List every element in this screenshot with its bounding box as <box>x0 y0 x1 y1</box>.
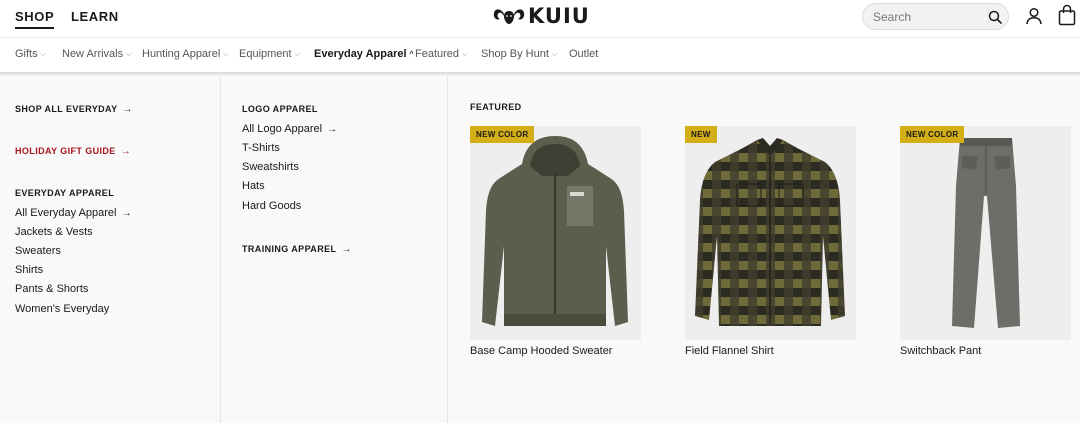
pants-shorts-link[interactable]: Pants & Shorts <box>15 283 88 295</box>
shirts-link[interactable]: Shirts <box>15 264 43 276</box>
product-title-base-camp-hooded-sweater[interactable]: Base Camp Hooded Sweater <box>470 345 612 357</box>
nav-item-everyday-apparel[interactable]: Everyday Apparel ^ <box>314 48 414 60</box>
hooded-sweater-illustration <box>482 136 628 326</box>
nav-label: New Arrivals <box>62 48 124 60</box>
logo-wordmark: KUIU <box>528 4 590 28</box>
new-color-badge: NEW COLOR <box>470 126 535 143</box>
chevron-down-icon: ⌵ <box>40 51 46 58</box>
featured-heading: FEATURED <box>470 102 522 112</box>
chevron-down-icon: ⌵ <box>551 51 558 58</box>
all-everyday-apparel-link[interactable]: All Everyday Apparel → <box>15 207 132 219</box>
kuiu-logo[interactable]: KUIU <box>493 5 590 27</box>
search-icon[interactable] <box>987 9 1003 25</box>
flannel-shirt-illustration <box>695 138 845 326</box>
product-image-switchback-pant[interactable]: NEW COLOR <box>900 126 1071 340</box>
product-title-switchback-pant[interactable]: Switchback Pant <box>900 345 981 357</box>
holiday-label: HOLIDAY GIFT GUIDE <box>15 146 116 156</box>
hats-link[interactable]: Hats <box>242 180 265 192</box>
product-image-base-camp-hooded-sweater[interactable]: NEW COLOR <box>470 126 641 340</box>
chevron-down-icon: ⌵ <box>462 51 468 58</box>
cart-bag-icon[interactable] <box>1057 4 1077 26</box>
training-label: TRAINING APPAREL <box>242 244 337 254</box>
training-apparel-link[interactable]: TRAINING APPAREL → <box>242 244 352 255</box>
logo-apparel-heading: LOGO APPAREL <box>242 104 318 114</box>
sweatshirts-link[interactable]: Sweatshirts <box>242 161 299 173</box>
pant-illustration <box>952 138 1020 328</box>
link-label: All Logo Apparel <box>242 123 323 135</box>
tab-shop[interactable]: SHOP <box>15 9 55 29</box>
chevron-down-icon: ⌵ <box>294 51 300 58</box>
product-title-field-flannel-shirt[interactable]: Field Flannel Shirt <box>685 345 774 357</box>
nav-label: Hunting Apparel <box>142 48 221 60</box>
category-nav: Gifts ⌵ New Arrivals ⌵ Hunting Apparel ⌵ Eq… <box>0 38 1080 74</box>
top-bar: SHOP LEARN KUIU <box>0 0 1080 38</box>
arrow-right-icon: → <box>341 244 352 255</box>
holiday-gift-guide-link[interactable]: HOLIDAY GIFT GUIDE → <box>15 146 131 157</box>
nav-label: Shop By Hunt <box>481 48 549 60</box>
arrow-right-icon: → <box>327 124 338 135</box>
new-color-badge: NEW COLOR <box>900 126 965 143</box>
jackets-vests-link[interactable]: Jackets & Vests <box>15 226 93 238</box>
hard-goods-link[interactable]: Hard Goods <box>242 200 301 212</box>
link-label: All Everyday Apparel <box>15 207 117 219</box>
all-logo-apparel-link[interactable]: All Logo Apparel → <box>242 123 337 135</box>
nav-label: Gifts <box>15 48 38 60</box>
shop-all-label: SHOP ALL EVERYDAY <box>15 104 118 114</box>
chevron-up-icon: ^ <box>409 51 414 58</box>
chevron-down-icon: ⌵ <box>223 51 229 58</box>
nav-item-new-arrivals[interactable]: New Arrivals ⌵ <box>62 48 131 60</box>
search-input[interactable] <box>873 9 978 25</box>
nav-item-featured[interactable]: Featured ⌵ <box>415 48 467 60</box>
new-badge: NEW <box>685 126 717 143</box>
sweaters-link[interactable]: Sweaters <box>15 245 61 257</box>
arrow-right-icon: → <box>122 104 133 115</box>
nav-item-equipment[interactable]: Equipment ⌵ <box>239 48 300 60</box>
nav-label: Everyday Apparel <box>314 48 407 60</box>
t-shirts-link[interactable]: T-Shirts <box>242 142 280 154</box>
tab-learn[interactable]: LEARN <box>71 9 119 24</box>
column-divider <box>220 76 221 423</box>
nav-item-gifts[interactable]: Gifts ⌵ <box>15 48 46 60</box>
nav-label: Featured <box>415 48 460 60</box>
everyday-apparel-heading: EVERYDAY APPAREL <box>15 188 115 198</box>
column-divider <box>447 76 448 423</box>
shop-all-everyday-link[interactable]: SHOP ALL EVERYDAY → <box>15 104 133 115</box>
nav-item-outlet[interactable]: Outlet <box>569 48 598 60</box>
ram-head-icon <box>493 9 525 24</box>
product-image-field-flannel-shirt[interactable]: NEW <box>685 126 856 340</box>
account-icon[interactable] <box>1024 6 1044 26</box>
nav-item-shop-by-hunt[interactable]: Shop By Hunt ⌵ <box>481 48 557 60</box>
search-box <box>862 3 1009 30</box>
everyday-apparel-menu: SHOP ALL EVERYDAY → HOLIDAY GIFT GUIDE → E… <box>0 76 1080 423</box>
nav-label: Outlet <box>569 48 599 60</box>
nav-item-hunting-apparel[interactable]: Hunting Apparel ⌵ <box>142 48 229 60</box>
arrow-right-icon: → <box>120 146 132 157</box>
chevron-down-icon: ⌵ <box>126 51 132 58</box>
womens-everyday-link[interactable]: Women's Everyday <box>15 303 109 315</box>
arrow-right-icon: → <box>121 208 132 219</box>
nav-label: Equipment <box>239 48 292 60</box>
